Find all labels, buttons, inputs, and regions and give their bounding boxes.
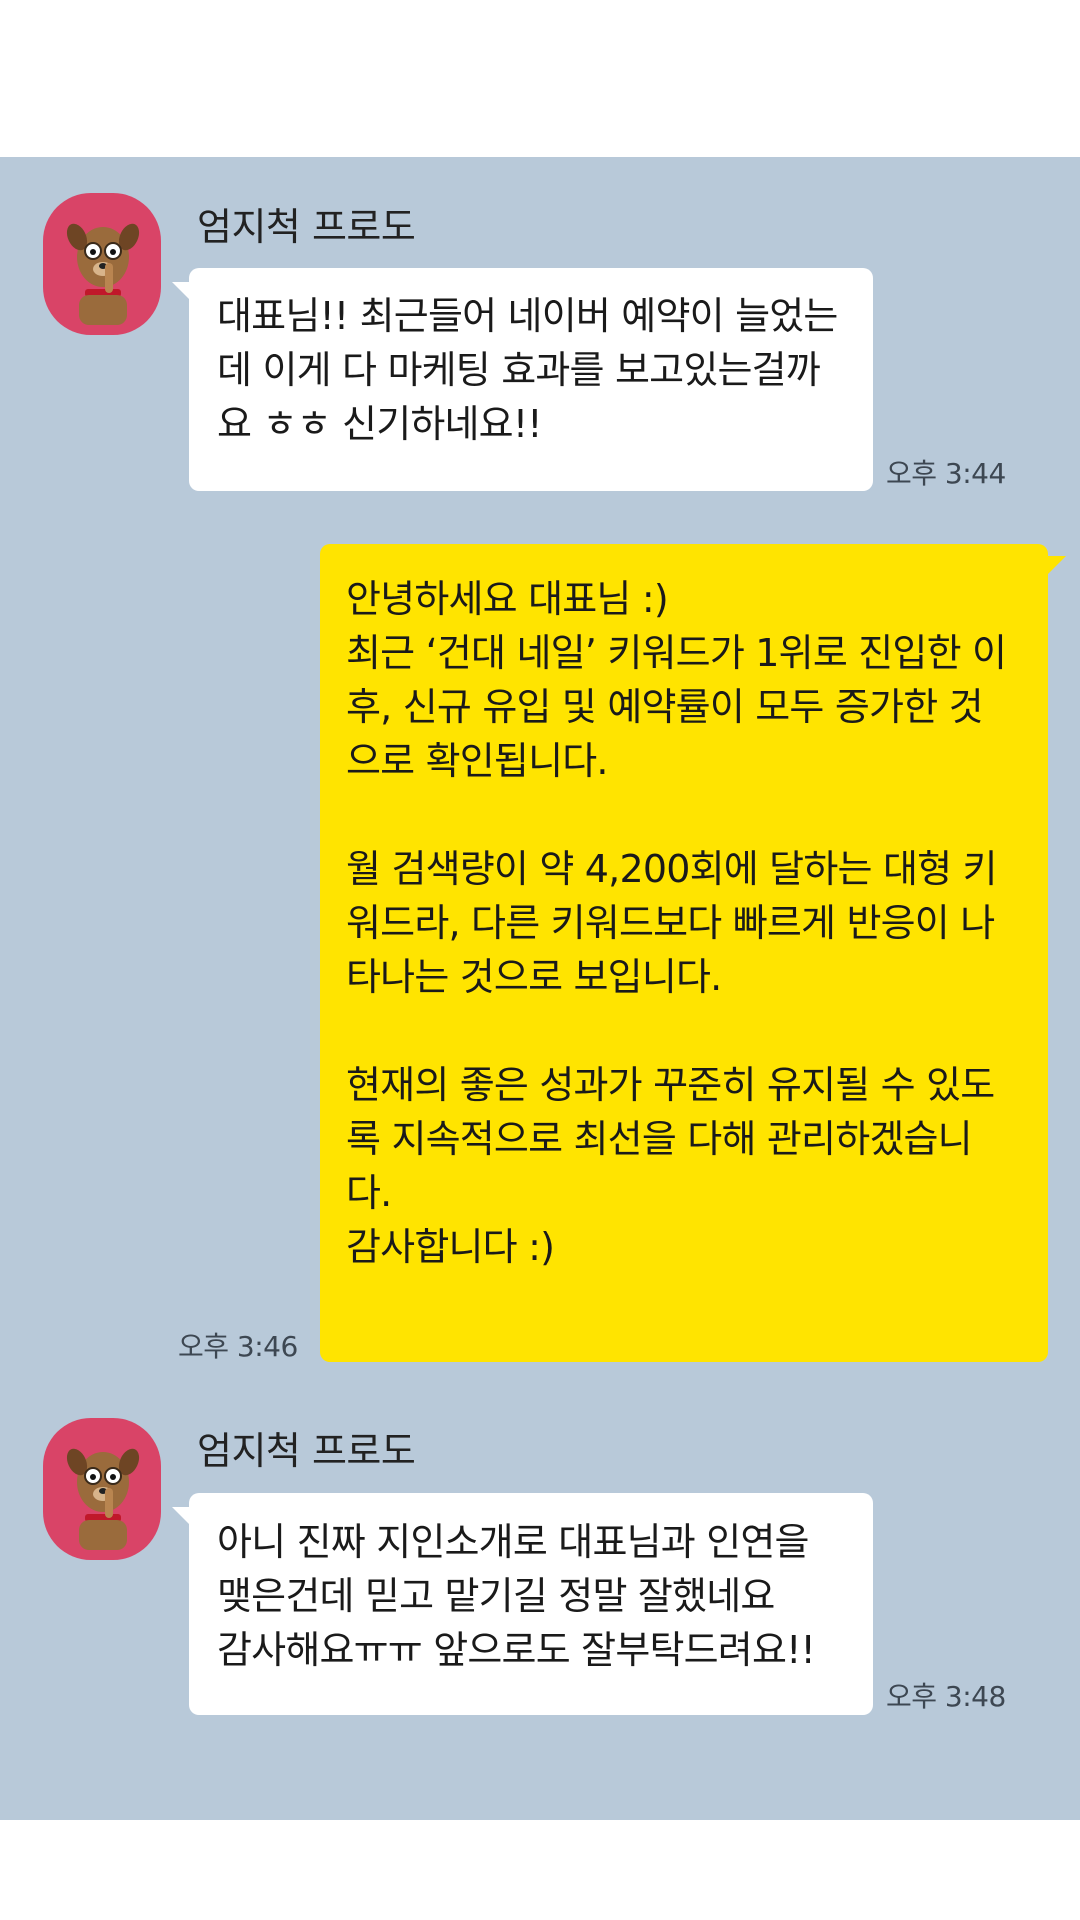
message-time: 오후 3:46 (178, 1330, 298, 1363)
bubble-tail (1048, 556, 1066, 574)
outgoing-message-bubble[interactable]: 안녕하세요 대표님 :) 최근 ‘건대 네일’ 키워드가 1위로 진입한 이 후… (320, 544, 1048, 1362)
message-text: 데 이게 다 마케팅 효과를 보고있는걸까 (217, 348, 821, 392)
message-text: 맺은건데 믿고 맡기길 정말 잘했네요 (217, 1574, 775, 1618)
bubble-tail (172, 1507, 190, 1525)
message-text: 대표님!! 최근들어 네이버 예약이 늘었는 (217, 294, 838, 338)
chat-screen: 엄지척 프로도 대표님!! 최근들어 네이버 예약이 늘었는 데 이게 다 마케… (0, 0, 1080, 1920)
dog-character-avatar-icon (66, 223, 140, 325)
message-text: 후, 신규 유입 및 예약률이 모두 증가한 것 (346, 685, 984, 729)
message-text: 최근 ‘건대 네일’ 키워드가 1위로 진입한 이 (346, 631, 1007, 675)
sender-avatar[interactable] (43, 193, 161, 335)
bubble-tail (172, 282, 190, 300)
message-text: 요 ㅎㅎ 신기하네요!! (217, 402, 543, 446)
sender-name: 엄지척 프로도 (197, 205, 416, 249)
message-text: 으로 확인됩니다. (346, 739, 608, 783)
incoming-message-bubble[interactable]: 대표님!! 최근들어 네이버 예약이 늘었는 데 이게 다 마케팅 효과를 보고… (189, 268, 873, 491)
message-text: 아니 진짜 지인소개로 대표님과 인연을 (217, 1520, 809, 1564)
message-text: 타나는 것으로 보입니다. (346, 955, 722, 999)
message-text: 현재의 좋은 성과가 꾸준히 유지될 수 있도 (346, 1063, 995, 1107)
message-time: 오후 3:48 (886, 1680, 1006, 1713)
message-text: 월 검색량이 약 4,200회에 달하는 대형 키 (346, 847, 998, 891)
message-text: 록 지속적으로 최선을 다해 관리하겠습니 (346, 1117, 973, 1161)
message-text: 감사해요ㅠㅠ 앞으로도 잘부탁드려요!! (217, 1628, 816, 1672)
incoming-message-bubble[interactable]: 아니 진짜 지인소개로 대표님과 인연을 맺은건데 믿고 맡기길 정말 잘했네요… (189, 1493, 873, 1715)
dog-character-avatar-icon (66, 1448, 140, 1550)
message-text: 안녕하세요 대표님 :) (346, 577, 669, 621)
sender-name: 엄지척 프로도 (197, 1429, 416, 1473)
message-time: 오후 3:44 (886, 457, 1006, 490)
sender-avatar[interactable] (43, 1418, 161, 1560)
message-text: 감사합니다 :) (346, 1225, 555, 1269)
message-text: 다. (346, 1171, 392, 1215)
message-text: 워드라, 다른 키워드보다 빠르게 반응이 나 (346, 901, 995, 945)
